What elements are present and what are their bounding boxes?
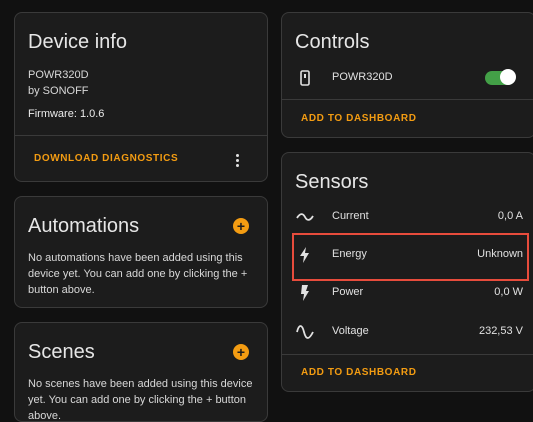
device-model: POWR320D [28, 69, 89, 81]
sensor-label: Voltage [332, 325, 369, 337]
device-info-card: Device info POWR320D by SONOFF Firmware:… [14, 12, 268, 182]
add-automation-icon[interactable]: + [233, 218, 249, 234]
scenes-title: Scenes [28, 341, 95, 363]
sensors-add-to-dashboard-button[interactable]: ADD TO DASHBOARD [301, 367, 417, 378]
device-info-title: Device info [28, 31, 127, 53]
flash-icon [295, 283, 315, 303]
automations-card: Automations + No automations have been a… [14, 196, 268, 308]
scenes-empty-text: No scenes have been added using this dev… [28, 378, 253, 422]
controls-add-to-dashboard-button[interactable]: ADD TO DASHBOARD [301, 113, 417, 124]
sensors-title: Sensors [295, 171, 369, 193]
controls-title: Controls [295, 31, 370, 53]
divider [282, 354, 533, 355]
device-manufacturer: by SONOFF [28, 85, 89, 97]
toggle-knob [500, 69, 516, 85]
automations-empty-text: No automations have been added using thi… [28, 252, 248, 296]
sine-wave-icon [295, 322, 315, 342]
add-scene-icon[interactable]: + [233, 344, 249, 360]
sensor-value: 232,53 V [478, 325, 523, 337]
sensor-label: Current [332, 210, 369, 222]
scenes-card: Scenes + No scenes have been added using… [14, 322, 268, 422]
power-toggle[interactable] [485, 69, 516, 85]
sensor-row-voltage[interactable]: Voltage 232,53 V [282, 317, 533, 347]
sensor-row-current[interactable]: Current 0,0 A [282, 202, 533, 232]
power-plug-icon [295, 68, 315, 88]
sensor-row-power[interactable]: Power 0,0 W [282, 278, 533, 308]
divider [15, 135, 267, 136]
download-diagnostics-button[interactable]: DOWNLOAD DIAGNOSTICS [34, 153, 178, 164]
device-firmware: Firmware: 1.0.6 [28, 108, 105, 120]
sensor-value: 0,0 W [494, 286, 523, 298]
energy-row-highlight [292, 233, 529, 281]
more-options-icon[interactable] [229, 153, 245, 169]
controls-card: Controls POWR320D ADD TO DASHBOARD [281, 12, 533, 138]
switch-label: POWR320D [332, 71, 393, 83]
current-ac-icon [295, 207, 315, 227]
sensor-label: Power [332, 286, 364, 298]
sensor-value: 0,0 A [497, 210, 523, 222]
automations-title: Automations [28, 215, 140, 237]
control-row-switch: POWR320D [282, 63, 533, 93]
divider [282, 99, 533, 100]
